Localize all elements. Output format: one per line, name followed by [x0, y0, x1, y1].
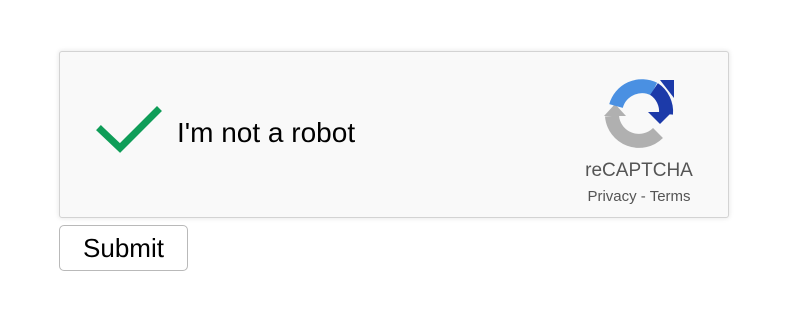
- recaptcha-brand-text: reCAPTCHA: [585, 160, 693, 181]
- recaptcha-logo-icon: [604, 79, 674, 148]
- terms-link[interactable]: Terms: [650, 188, 691, 205]
- checkmark-icon[interactable]: [96, 104, 162, 154]
- recaptcha-widget: I'm not a robot reCAPTCHA Privacy - Term…: [59, 51, 729, 218]
- submit-button[interactable]: Submit: [59, 225, 188, 271]
- link-separator: -: [636, 188, 650, 205]
- page: I'm not a robot reCAPTCHA Privacy - Term…: [0, 0, 800, 312]
- recaptcha-branding: reCAPTCHA Privacy - Terms: [574, 76, 704, 212]
- recaptcha-label: I'm not a robot: [177, 117, 356, 148]
- recaptcha-legal-links: Privacy - Terms: [574, 188, 704, 206]
- privacy-link[interactable]: Privacy: [587, 188, 636, 205]
